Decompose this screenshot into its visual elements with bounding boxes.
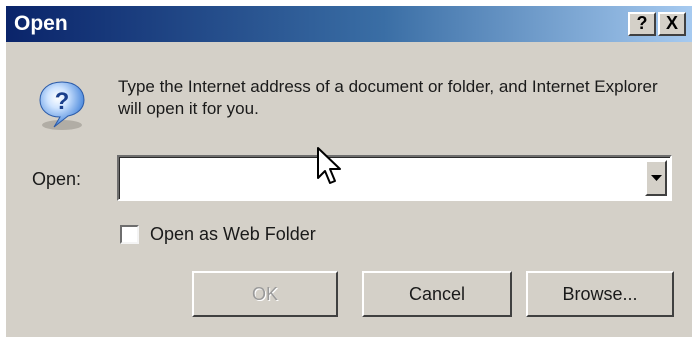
- ok-button[interactable]: OK: [192, 271, 338, 317]
- open-dialog: Open ? X ? Type the Internet address of …: [0, 0, 692, 337]
- open-field-label: Open:: [32, 169, 82, 189]
- web-folder-checkbox[interactable]: [120, 225, 139, 244]
- open-combobox[interactable]: [117, 155, 672, 201]
- window-title: Open: [14, 12, 68, 35]
- mouse-pointer-icon: [317, 147, 341, 184]
- instruction-text: Type the Internet address of a document …: [118, 77, 658, 118]
- browse-button[interactable]: Browse...: [526, 271, 674, 317]
- svg-text:?: ?: [55, 88, 70, 115]
- help-button[interactable]: ?: [628, 12, 656, 36]
- dropdown-button[interactable]: [645, 160, 667, 196]
- close-button[interactable]: X: [658, 12, 686, 36]
- cancel-button[interactable]: Cancel: [362, 271, 512, 317]
- chevron-down-icon: [651, 175, 662, 181]
- question-icon: ?: [39, 81, 85, 130]
- web-folder-checkbox-label[interactable]: Open as Web Folder: [150, 222, 316, 246]
- address-input[interactable]: [123, 165, 631, 191]
- title-bar[interactable]: Open ? X: [6, 6, 692, 42]
